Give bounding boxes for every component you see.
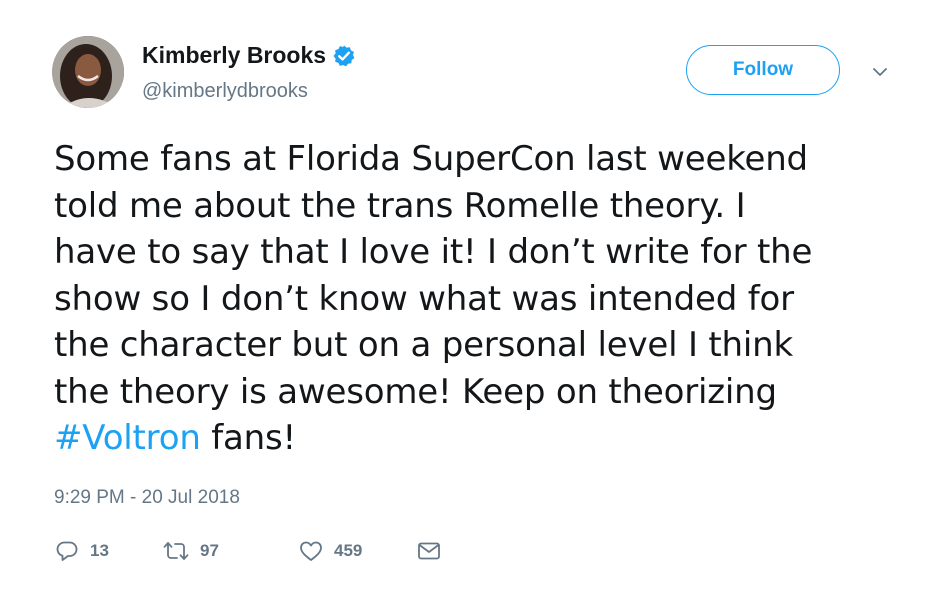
tweet-text-line: the theory is awesome! Keep on theorizin…: [54, 371, 777, 412]
tweet-text-line: the character but on a personal level I …: [54, 325, 793, 365]
follow-button[interactable]: Follow: [686, 45, 840, 95]
user-handle[interactable]: @kimberlydbrooks: [142, 80, 308, 103]
tweet-text-line: told me about the trans Romelle theory. …: [54, 185, 746, 226]
avatar-photo: [52, 36, 124, 108]
tweet-actions: 13 97 459: [54, 538, 474, 568]
avatar[interactable]: [52, 36, 124, 108]
tweet-text-last-line: #Voltron fans!: [54, 415, 894, 462]
retweet-icon: [162, 538, 190, 564]
retweet-count: 97: [200, 541, 219, 560]
tweet-text: Some fans at Florida SuperCon last weeke…: [54, 136, 894, 462]
reply-button[interactable]: 13: [54, 538, 109, 564]
tweet-text-suffix: fans!: [200, 418, 296, 458]
verified-badge-icon: [332, 44, 356, 68]
tweet-text-line: have to say that I love it! I don’t writ…: [54, 232, 813, 272]
retweet-button[interactable]: 97: [162, 538, 219, 564]
envelope-icon: [416, 538, 442, 564]
hashtag-link[interactable]: #Voltron: [54, 418, 201, 458]
chevron-down-icon[interactable]: [870, 62, 890, 82]
like-count: 459: [334, 541, 363, 560]
heart-icon: [298, 538, 324, 564]
display-name[interactable]: Kimberly Brooks: [142, 42, 326, 69]
tweet-text-line: show so I don’t know what was intended f…: [54, 278, 794, 319]
reply-count: 13: [90, 541, 109, 560]
direct-message-button[interactable]: [416, 538, 442, 564]
reply-icon: [54, 538, 80, 564]
tweet-timestamp[interactable]: 9:29 PM - 20 Jul 2018: [54, 487, 240, 509]
user-name-row: Kimberly Brooks: [142, 42, 356, 69]
tweet-card: Kimberly Brooks @kimberlydbrooks Follow …: [0, 0, 937, 590]
like-button[interactable]: 459: [298, 538, 362, 564]
tweet-text-line: Some fans at Florida SuperCon last weeke…: [54, 139, 808, 179]
